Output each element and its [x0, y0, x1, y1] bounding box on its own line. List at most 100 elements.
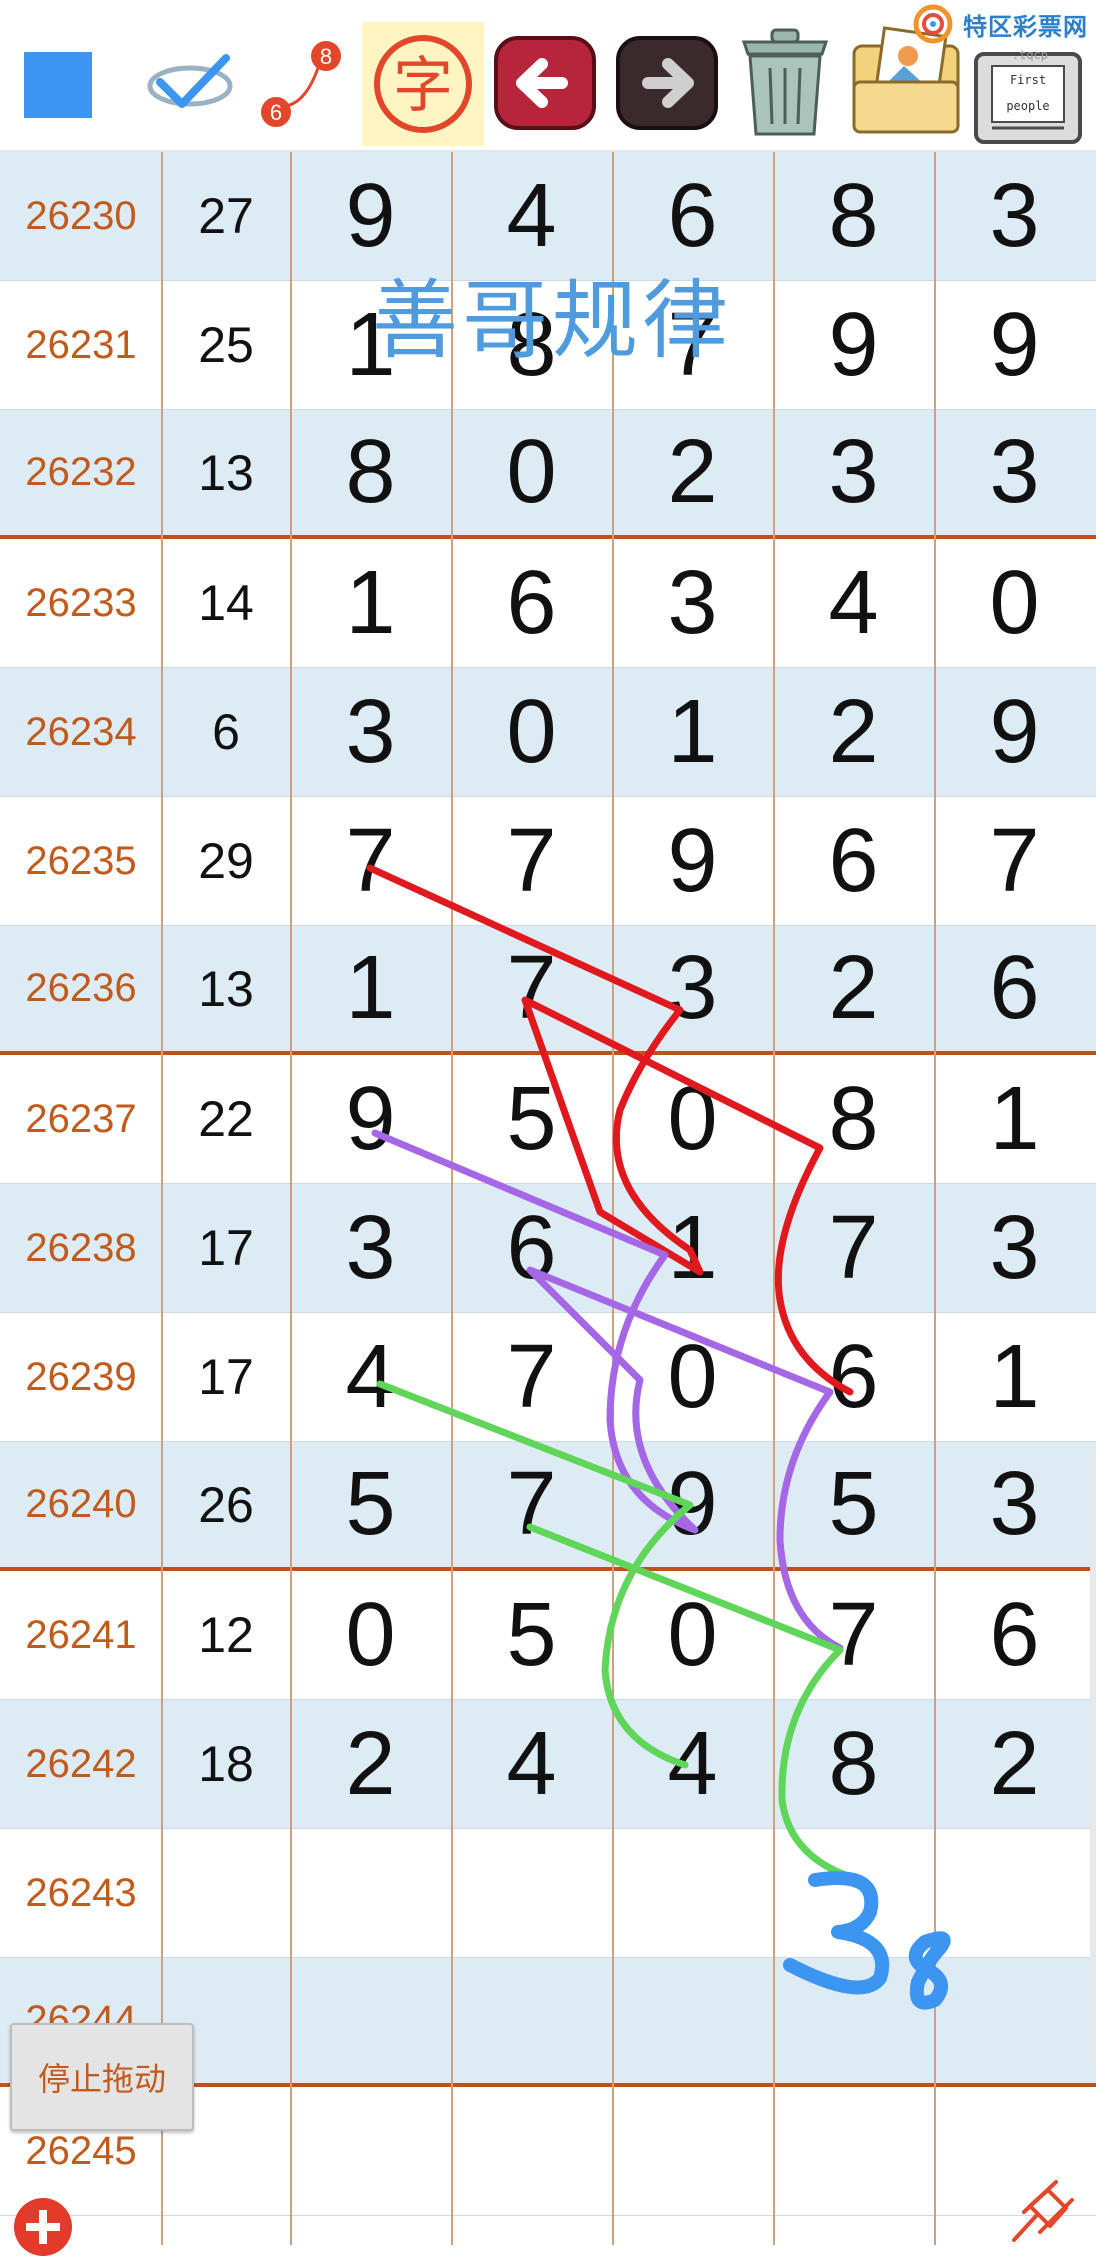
digit-cell[interactable]: 2	[773, 926, 934, 1051]
digit-cell[interactable]	[934, 1829, 1095, 1957]
digit-cell[interactable]: 1	[934, 1055, 1095, 1183]
issue-number: 26233	[25, 580, 137, 625]
notebook-icon[interactable]: First people	[970, 48, 1086, 146]
stop-drag-button[interactable]: 停止拖动	[10, 2023, 194, 2131]
digit-cell[interactable]	[612, 2087, 773, 2215]
issue-number: 26230	[25, 193, 137, 238]
digit-cell[interactable]: 1	[934, 1313, 1095, 1441]
digit-cell[interactable]: 3	[290, 668, 451, 796]
table-row: 26234 6 3 0 1 2 9	[0, 668, 1096, 797]
digit-cell[interactable]: 9	[612, 1442, 773, 1567]
digit-cell[interactable]: 7	[934, 797, 1095, 925]
digit-cell[interactable]: 4	[773, 539, 934, 667]
digit-cell[interactable]: 8	[290, 410, 451, 535]
digit-cell[interactable]: 0	[451, 668, 612, 796]
digit-cell[interactable]: 5	[290, 1442, 451, 1567]
digit-cell[interactable]: 7	[451, 926, 612, 1051]
digit-cell[interactable]: 0	[612, 1313, 773, 1441]
digit-cell[interactable]: 3	[612, 926, 773, 1051]
digit-cell[interactable]: 8	[773, 1055, 934, 1183]
digit-cell[interactable]: 3	[934, 1442, 1095, 1567]
digit-cell[interactable]: 3	[934, 152, 1095, 280]
digit-cell[interactable]: 9	[934, 668, 1095, 796]
digit-cell[interactable]	[612, 1829, 773, 1957]
column-divider	[934, 152, 936, 2245]
digit-cell[interactable]: 2	[612, 410, 773, 535]
digit-cell[interactable]: 6	[773, 1313, 934, 1441]
issue-number: 26237	[25, 1096, 137, 1141]
digit-cell[interactable]	[451, 2087, 612, 2215]
digit-cell[interactable]: 8	[773, 152, 934, 280]
digit-cell[interactable]: 1	[290, 539, 451, 667]
brand-name: 特区彩票网	[963, 12, 1088, 41]
notebook-people-label: people	[1006, 99, 1049, 113]
digit-cell[interactable]: 2	[773, 668, 934, 796]
digit-cell[interactable]: 5	[451, 1055, 612, 1183]
digit-cell[interactable]: 1	[290, 926, 451, 1051]
digit-cell[interactable]: 4	[290, 1313, 451, 1441]
sum-value: 29	[198, 833, 254, 889]
digit-cell[interactable]: 7	[451, 797, 612, 925]
trash-can-icon[interactable]	[726, 20, 844, 140]
digit-cell[interactable]: 6	[934, 1571, 1095, 1699]
digit-cell[interactable]: 0	[612, 1055, 773, 1183]
sum-value: 12	[198, 1607, 254, 1663]
digit-cell[interactable]	[773, 2087, 934, 2215]
digit-cell[interactable]: 3	[934, 1184, 1095, 1312]
check-pen-icon[interactable]	[140, 20, 240, 140]
digit-cell[interactable]: 5	[773, 1442, 934, 1567]
digit-cell[interactable]: 3	[934, 410, 1095, 535]
digit-cell[interactable]	[773, 1958, 934, 2083]
number-tool-icon[interactable]: 8 6	[252, 20, 342, 140]
digit-cell[interactable]: 6	[451, 1184, 612, 1312]
issue-number: 26238	[25, 1225, 137, 1270]
digit-cell[interactable]	[290, 1829, 451, 1957]
sum-value: 25	[198, 317, 254, 373]
digit-cell[interactable]	[612, 1958, 773, 2083]
digit-cell[interactable]	[290, 1958, 451, 2083]
digit-cell[interactable]: 6	[934, 926, 1095, 1051]
digit-cell[interactable]: 2	[290, 1700, 451, 1828]
digit-cell[interactable]: 7	[451, 1442, 612, 1567]
digit-cell[interactable]: 7	[773, 1184, 934, 1312]
digit-cell[interactable]: 1	[612, 1184, 773, 1312]
digit-cell[interactable]: 2	[934, 1700, 1095, 1828]
digit-cell[interactable]: 9	[934, 281, 1095, 409]
number-tool-bottom-label: 6	[270, 100, 282, 125]
digit-cell[interactable]: 1	[612, 668, 773, 796]
undo-arrow-icon[interactable]	[492, 30, 598, 136]
digit-cell[interactable]	[290, 2087, 451, 2215]
digit-cell[interactable]: 6	[451, 539, 612, 667]
digit-cell[interactable]: 9	[290, 1055, 451, 1183]
digit-cell[interactable]	[451, 1958, 612, 2083]
digit-cell[interactable]: 7	[290, 797, 451, 925]
digit-cell[interactable]: 4	[451, 1700, 612, 1828]
digit-cell[interactable]: 3	[290, 1184, 451, 1312]
text-tool-icon[interactable]: 字	[362, 22, 484, 146]
digit-cell[interactable]: 3	[612, 539, 773, 667]
digit-cell[interactable]: 5	[451, 1571, 612, 1699]
digit-cell[interactable]: 7	[773, 1571, 934, 1699]
scroll-track[interactable]	[1090, 1450, 1096, 2070]
digit-cell[interactable]: 0	[451, 410, 612, 535]
digit-cell[interactable]: 0	[612, 1571, 773, 1699]
sum-value: 27	[198, 188, 254, 244]
issue-number: 26232	[25, 450, 137, 494]
add-icon[interactable]	[14, 2198, 72, 2256]
pin-icon[interactable]	[1000, 2176, 1080, 2245]
digit-cell[interactable]: 3	[773, 410, 934, 535]
redo-arrow-icon[interactable]	[614, 30, 720, 136]
color-square-icon[interactable]	[24, 52, 92, 118]
digit-cell[interactable]	[451, 1829, 612, 1957]
digit-cell[interactable]: 0	[290, 1571, 451, 1699]
digit-cell[interactable]: 6	[773, 797, 934, 925]
digit-cell[interactable]: 8	[773, 1700, 934, 1828]
digit-cell[interactable]: 7	[451, 1313, 612, 1441]
digit-cell[interactable]: 9	[773, 281, 934, 409]
issue-number: 26239	[25, 1354, 137, 1399]
digit-cell[interactable]: 4	[612, 1700, 773, 1828]
digit-cell[interactable]: 9	[612, 797, 773, 925]
digit-cell[interactable]: 0	[934, 539, 1095, 667]
digit-cell[interactable]	[773, 1829, 934, 1957]
digit-cell[interactable]	[934, 1958, 1095, 2083]
